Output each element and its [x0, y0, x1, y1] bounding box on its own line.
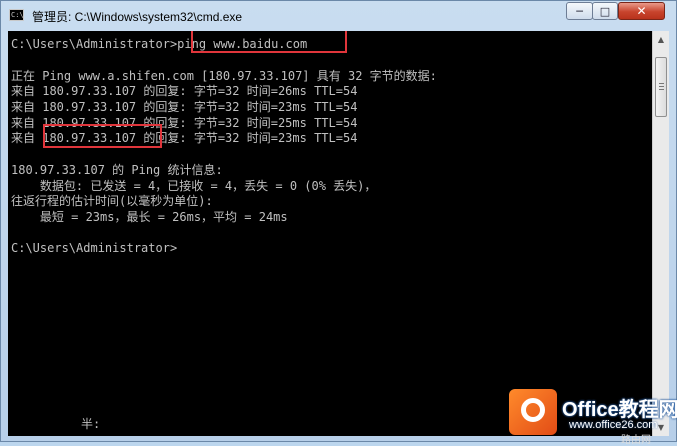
window-title: 管理员: C:\Windows\system32\cmd.exe — [32, 10, 243, 24]
watermark: Office教程网 www.office26.com 路由网 — [509, 389, 677, 446]
cmd-window: C:\ 管理员: C:\Windows\system32\cmd.exe ─ □… — [0, 0, 677, 446]
title-bar[interactable]: C:\ 管理员: C:\Windows\system32\cmd.exe ─ □… — [1, 1, 676, 31]
scrollbar-thumb[interactable] — [655, 57, 667, 117]
ip-highlight-box — [43, 124, 162, 148]
console-line: 正在 Ping www.a.shifen.com [180.97.33.107]… — [11, 69, 437, 83]
ime-status: 半: — [81, 417, 101, 431]
console-line: 来自 180.97.33.107 的回复: 字节=32 时间=23ms TTL=… — [11, 100, 358, 114]
watermark-url: www.office26.com — [569, 419, 658, 431]
watermark-extra: 路由网 — [621, 435, 651, 446]
console-line: 最短 = 23ms，最长 = 26ms，平均 = 24ms — [11, 210, 288, 224]
cmd-icon[interactable]: C:\ — [9, 9, 24, 21]
console-line: 往返行程的估计时间(以毫秒为单位): — [11, 194, 213, 208]
command-highlight-box — [191, 31, 347, 53]
console-line: 180.97.33.107 的 Ping 统计信息: — [11, 163, 223, 177]
close-button[interactable]: ✕ — [618, 2, 665, 20]
console-line: 数据包: 已发送 = 4，已接收 = 4，丢失 = 0 (0% 丢失)， — [11, 179, 377, 193]
vertical-scrollbar[interactable]: ▲ ▼ — [652, 31, 669, 436]
office-logo-icon — [509, 389, 557, 435]
console-output[interactable]: C:\Users\Administrator>ping www.baidu.co… — [8, 31, 652, 436]
minimize-button[interactable]: ─ — [566, 2, 593, 20]
console-line: C:\Users\Administrator> — [11, 241, 178, 255]
maximize-button[interactable]: □ — [592, 2, 618, 20]
console-line: 来自 180.97.33.107 的回复: 字节=32 时间=26ms TTL=… — [11, 84, 358, 98]
scroll-up-icon[interactable]: ▲ — [653, 31, 669, 48]
watermark-brand: Office教程网 — [562, 399, 677, 421]
